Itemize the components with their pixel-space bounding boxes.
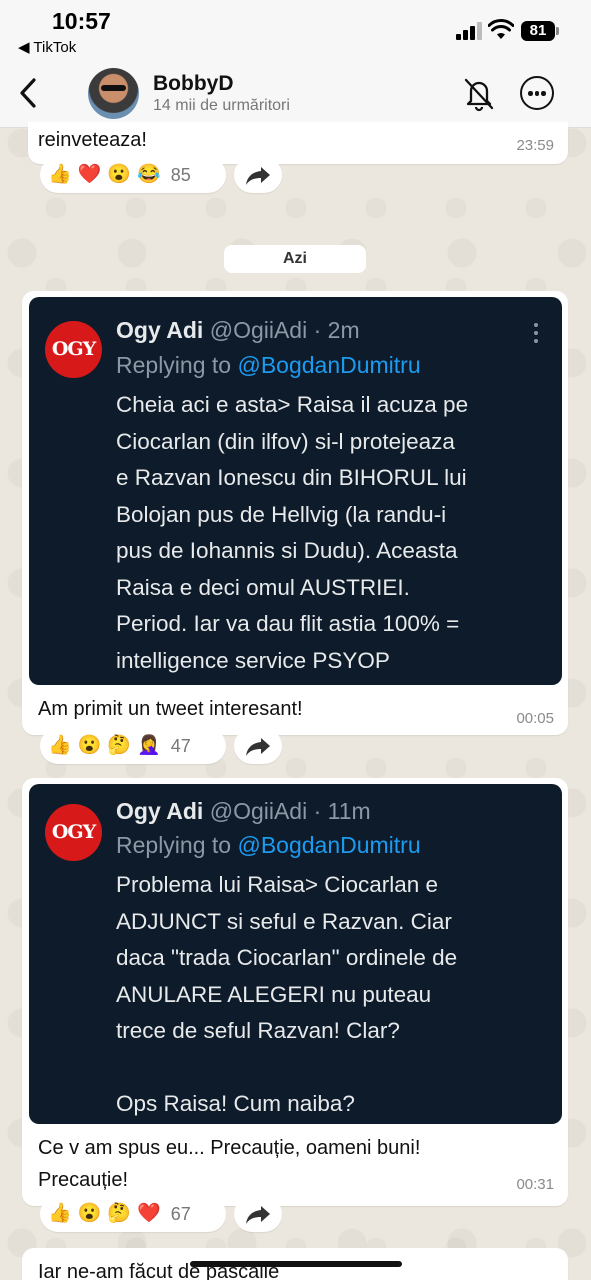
wifi-icon bbox=[488, 19, 514, 39]
reaction-count: 67 bbox=[170, 1203, 191, 1224]
reaction-emoji: 🤔 bbox=[107, 1203, 132, 1224]
follower-count: 14 mii de urmăritori bbox=[153, 97, 290, 114]
reactions-bar[interactable]: 👍 😮 🤔 ❤️ 67 bbox=[40, 1196, 226, 1232]
tweet-replying-to: Replying to @BogdanDumitru bbox=[116, 352, 421, 379]
reaction-emoji: ❤️ bbox=[77, 164, 102, 185]
tweet-replying-to: Replying to @BogdanDumitru bbox=[116, 832, 421, 859]
replying-label: Replying to bbox=[116, 352, 232, 378]
share-button[interactable] bbox=[234, 1196, 282, 1232]
status-time: 10:57 bbox=[52, 8, 111, 34]
tweet-header: Ogy Adi @OgiiAdi · 11m bbox=[116, 798, 371, 825]
message-time: 00:05 bbox=[516, 710, 554, 727]
message-text: reinveteaza! bbox=[38, 129, 147, 151]
more-options-icon[interactable] bbox=[520, 76, 554, 110]
message-text: Ce v am spus eu... Precauție, oameni bun… bbox=[38, 1137, 421, 1191]
date-separator: Azi bbox=[224, 245, 366, 273]
back-chevron-icon[interactable] bbox=[14, 76, 44, 110]
tweet-header: Ogy Adi @OgiiAdi · 2m bbox=[116, 317, 360, 344]
reaction-emoji: 👍 bbox=[48, 735, 72, 756]
reaction-emoji: 😮 bbox=[107, 164, 132, 185]
share-icon bbox=[246, 167, 270, 185]
message-time: 00:31 bbox=[516, 1176, 554, 1193]
reactions-bar[interactable]: 👍 😮 🤔 🤦‍♀️ 47 bbox=[40, 728, 226, 764]
reaction-count: 47 bbox=[170, 735, 191, 756]
channel-avatar[interactable] bbox=[88, 68, 139, 119]
battery-indicator: 81 bbox=[521, 21, 559, 41]
tweet-author-name: Ogy Adi bbox=[116, 317, 204, 343]
message-time: 23:59 bbox=[516, 137, 554, 154]
reaction-emoji: 🤦‍♀️ bbox=[137, 735, 161, 756]
tweet-more-icon bbox=[534, 323, 538, 343]
replying-label: Replying to bbox=[116, 832, 232, 858]
reaction-emoji: ❤️ bbox=[137, 1203, 161, 1224]
reaction-emoji: 👍 bbox=[48, 1203, 72, 1224]
reaction-emoji: 😮 bbox=[77, 735, 102, 756]
tweet-mention: @BogdanDumitru bbox=[237, 352, 421, 378]
message-text: Am primit un tweet interesant! bbox=[38, 698, 303, 720]
share-button[interactable] bbox=[234, 157, 282, 193]
tweet-author-logo: OGY bbox=[45, 804, 102, 861]
tweet-author-handle: @OgiiAdi · 2m bbox=[209, 317, 360, 343]
tweet-author-name: Ogy Adi bbox=[116, 798, 204, 824]
reaction-emoji: 😮 bbox=[77, 1203, 102, 1224]
tweet-card[interactable]: OGY Ogy Adi @OgiiAdi · 2m Replying to @B… bbox=[29, 297, 562, 685]
tweet-mention: @BogdanDumitru bbox=[237, 832, 421, 858]
back-to-app-link[interactable]: ◀ TikTok bbox=[18, 38, 76, 56]
status-bar: 10:57 ◀ TikTok 81 bbox=[0, 0, 591, 62]
reaction-count: 85 bbox=[170, 164, 191, 185]
bell-off-icon[interactable] bbox=[462, 76, 496, 112]
reaction-emoji: 👍 bbox=[48, 164, 72, 185]
tweet-card[interactable]: OGY Ogy Adi @OgiiAdi · 11m Replying to @… bbox=[29, 784, 562, 1124]
tweet-author-logo: OGY bbox=[45, 321, 102, 378]
chat-header: BobbyD 14 mii de urmăritori bbox=[0, 62, 591, 128]
tweet-author-handle: @OgiiAdi · 11m bbox=[209, 798, 371, 824]
reactions-bar[interactable]: 👍 ❤️ 😮 😂 85 bbox=[40, 157, 226, 193]
signal-icon bbox=[456, 22, 482, 40]
channel-name[interactable]: BobbyD bbox=[153, 72, 234, 96]
tweet-body: Cheia aci e asta> Raisa il acuza pe Cioc… bbox=[116, 392, 469, 673]
share-icon bbox=[246, 1206, 270, 1224]
share-button[interactable] bbox=[234, 728, 282, 764]
reaction-emoji: 🤔 bbox=[107, 735, 132, 756]
reaction-emoji: 😂 bbox=[137, 164, 161, 185]
home-indicator[interactable] bbox=[190, 1261, 402, 1267]
share-icon bbox=[246, 738, 270, 756]
tweet-body: Problema lui Raisa> Ciocarlan e ADJUNCT … bbox=[116, 872, 458, 1116]
